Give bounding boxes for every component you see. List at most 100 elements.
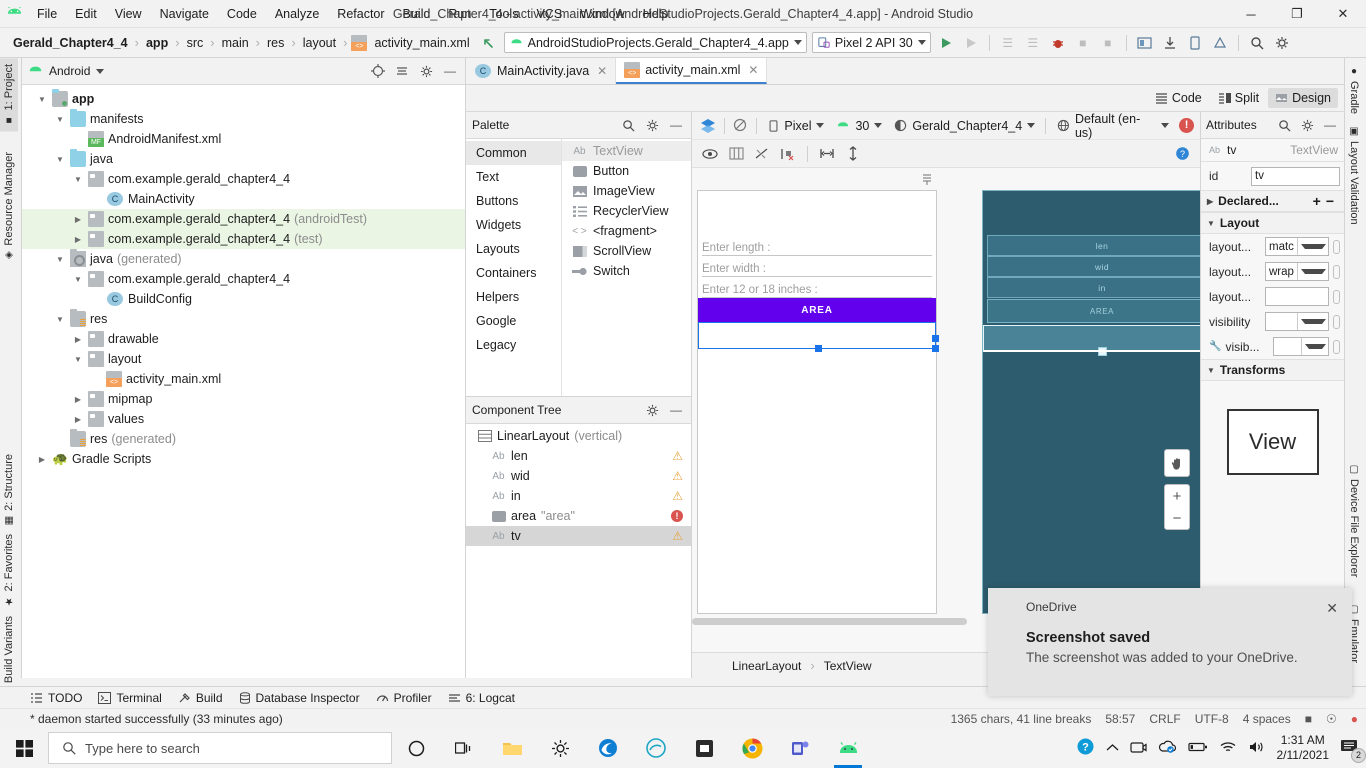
hamburger-icon[interactable]: [920, 172, 934, 186]
theme-selector[interactable]: Gerald_Chapter4_4: [889, 115, 1039, 136]
layout-section-header[interactable]: ▼ Layout: [1201, 212, 1344, 234]
settings-gear-icon[interactable]: [1272, 32, 1292, 54]
palette-category-helpers[interactable]: Helpers: [466, 285, 561, 309]
minimize-icon[interactable]: —: [667, 401, 685, 419]
tree-expand-arrow-icon[interactable]: ▼: [54, 115, 66, 124]
sdk-manager-icon[interactable]: [1210, 32, 1230, 54]
preview-selected-textview[interactable]: [698, 322, 939, 352]
eye-icon[interactable]: [700, 143, 720, 165]
menu-window[interactable]: Window: [571, 3, 633, 25]
declared-attributes-section[interactable]: ▶ Declared... + −: [1201, 190, 1344, 212]
onedrive-notification-toast[interactable]: OneDrive ✕ Screenshot saved The screensh…: [988, 588, 1352, 696]
palette-category-google[interactable]: Google: [466, 309, 561, 333]
transforms-section-header[interactable]: ▼ Transforms: [1201, 359, 1344, 381]
attribute-indicator[interactable]: [1333, 239, 1340, 254]
volume-icon[interactable]: [1248, 740, 1266, 757]
palette-item-switch[interactable]: Switch: [562, 261, 691, 281]
battery-icon[interactable]: [1187, 741, 1208, 756]
minimize-button[interactable]: ─: [1228, 0, 1274, 28]
tree-item[interactable]: ▼ java (generated): [22, 249, 465, 269]
tree-item[interactable]: res (generated): [22, 429, 465, 449]
chevron-down-icon[interactable]: [1296, 238, 1329, 255]
palette-item-imageview[interactable]: ImageView: [562, 181, 691, 201]
task-view-icon[interactable]: [440, 728, 488, 768]
onedrive-icon[interactable]: [1158, 740, 1177, 757]
windows-start-icon[interactable]: [0, 728, 48, 768]
attribute-indicator[interactable]: [1333, 314, 1340, 329]
resize-handle-right[interactable]: [932, 335, 939, 342]
palette-category-buttons[interactable]: Buttons: [466, 189, 561, 213]
id-field[interactable]: tv: [1251, 166, 1340, 186]
tab-activity-main-xml[interactable]: activity_main.xml ✕: [616, 58, 768, 84]
camera-icon[interactable]: [1129, 740, 1147, 757]
tree-item[interactable]: ▼ app: [22, 89, 465, 109]
sidebar-item-gradle[interactable]: ● Gradle: [1345, 60, 1363, 120]
chevron-down-icon[interactable]: [96, 68, 105, 74]
tree-item[interactable]: ▼ layout: [22, 349, 465, 369]
tree-item[interactable]: ▼ java: [22, 149, 465, 169]
blueprint-row-wid[interactable]: wid: [987, 256, 1200, 277]
settings-gear-icon[interactable]: [643, 401, 661, 419]
device-preview-selector[interactable]: Pixel: [763, 115, 828, 136]
edge-icon[interactable]: [584, 728, 632, 768]
design-breadcrumb-textview[interactable]: TextView: [824, 659, 872, 673]
menu-vcs[interactable]: VCS: [527, 3, 571, 25]
cortana-icon[interactable]: [392, 728, 440, 768]
warning-icon[interactable]: ⚠: [672, 529, 683, 543]
palette-item-fragment[interactable]: < > <fragment>: [562, 221, 691, 241]
blueprint-row-len[interactable]: len: [987, 235, 1200, 256]
step-into-icon[interactable]: ☰: [1023, 32, 1043, 54]
warning-icon[interactable]: ⚠: [672, 489, 683, 503]
blueprint-row-in[interactable]: in: [987, 277, 1200, 298]
sidebar-item-layout-validation[interactable]: ▣ Layout Validation: [1345, 120, 1363, 231]
tool-window-build[interactable]: Build: [178, 691, 223, 705]
taskbar-search-input[interactable]: Type here to search: [48, 732, 392, 764]
tree-item[interactable]: C BuildConfig: [22, 289, 465, 309]
design-canvas[interactable]: Enter length : Enter width : Enter 12 or…: [692, 168, 1200, 652]
breadcrumb-item-layout[interactable]: layout: [300, 35, 339, 51]
sidebar-item-structure[interactable]: ▦ 2: Structure: [0, 448, 18, 532]
palette-category-widgets[interactable]: Widgets: [466, 213, 561, 237]
status-indent[interactable]: 4 spaces: [1243, 712, 1291, 726]
menu-edit[interactable]: Edit: [66, 3, 106, 25]
menu-tools[interactable]: Tools: [480, 3, 527, 25]
lock-icon[interactable]: ■: [1305, 712, 1312, 726]
component-tree-row[interactable]: Ab wid ⚠: [466, 466, 691, 486]
status-line-separator[interactable]: CRLF: [1149, 712, 1180, 726]
tree-expand-arrow-icon[interactable]: ▶: [72, 395, 84, 404]
store-icon[interactable]: [680, 728, 728, 768]
project-tree[interactable]: ▼ app ▼ manifests AndroidManifest.xml ▼ java ▼ c…: [22, 85, 465, 678]
palette-category-layouts[interactable]: Layouts: [466, 237, 561, 261]
preview-field-inches[interactable]: Enter 12 or 18 inches :: [702, 277, 932, 298]
chrome-icon[interactable]: [728, 728, 776, 768]
tree-expand-arrow-icon[interactable]: ▶: [72, 415, 84, 424]
settings-gear-icon[interactable]: [643, 116, 661, 134]
tree-expand-arrow-icon[interactable]: ▼: [54, 155, 66, 164]
palette-category-containers[interactable]: Containers: [466, 261, 561, 285]
tool-window-terminal[interactable]: Terminal: [98, 691, 162, 705]
close-button[interactable]: ✕: [1320, 0, 1366, 28]
chevron-down-icon[interactable]: [1296, 313, 1329, 330]
breadcrumb-item-main[interactable]: main: [219, 35, 252, 51]
minimize-icon[interactable]: —: [441, 62, 459, 80]
mode-design-button[interactable]: Design: [1268, 88, 1338, 108]
tool-window-todo[interactable]: TODO: [30, 691, 82, 705]
back-arrow-icon[interactable]: [479, 32, 499, 54]
stop-icon[interactable]: ■: [1098, 32, 1118, 54]
pack-horizontally-icon[interactable]: [817, 143, 837, 165]
breadcrumb-item-app[interactable]: app: [143, 35, 171, 51]
menu-help[interactable]: Help: [634, 3, 678, 25]
settings-gear-icon[interactable]: [536, 728, 584, 768]
sidebar-item-favorites[interactable]: ★ 2: Favorites: [0, 528, 18, 612]
palette-items[interactable]: Ab TextView Button ImageView RecyclerView < >…: [562, 139, 691, 396]
tree-item[interactable]: AndroidManifest.xml: [22, 129, 465, 149]
tool-window-logcat[interactable]: 6: Logcat: [448, 691, 515, 705]
debug-icon[interactable]: [1048, 32, 1068, 54]
palette-categories[interactable]: Common Text Buttons Widgets Layouts Container…: [466, 139, 562, 396]
notification-icon[interactable]: ●: [1351, 712, 1358, 726]
tree-item[interactable]: ▶ 🐢 Gradle Scripts: [22, 449, 465, 469]
attribute-select[interactable]: wrap: [1265, 262, 1329, 281]
design-blueprint-icon[interactable]: [698, 115, 718, 137]
tree-item[interactable]: activity_main.xml: [22, 369, 465, 389]
tree-item[interactable]: ▼ res: [22, 309, 465, 329]
